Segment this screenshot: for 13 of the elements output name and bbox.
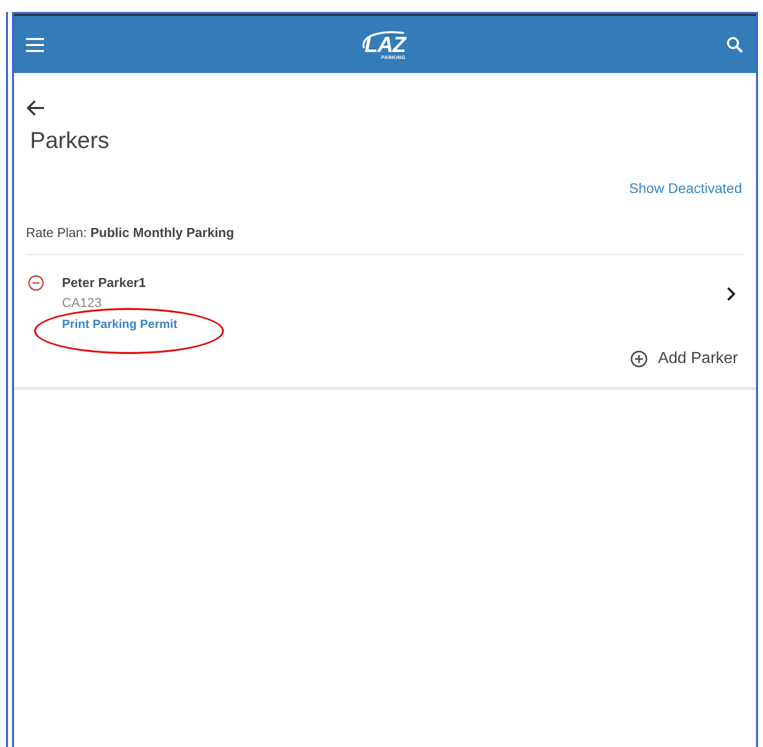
parker-code: CA123	[62, 296, 103, 308]
print-permit-link[interactable]: Print Parking Permit	[62, 314, 178, 332]
menu-icon[interactable]	[26, 38, 44, 52]
page-title: Parkers	[30, 126, 110, 155]
remove-circle-icon[interactable]	[28, 275, 44, 291]
back-arrow-icon[interactable]	[26, 99, 46, 117]
plus-circle-icon	[630, 350, 648, 368]
show-deactivated-link[interactable]: Show Deactivated	[629, 178, 742, 198]
chevron-right-icon[interactable]	[726, 287, 736, 301]
add-parker-button[interactable]: Add Parker	[630, 346, 738, 370]
parker-name: Peter Parker1	[62, 274, 147, 292]
rate-plan: Rate Plan: Public Monthly Parking	[26, 222, 744, 255]
search-icon[interactable]	[726, 36, 744, 54]
